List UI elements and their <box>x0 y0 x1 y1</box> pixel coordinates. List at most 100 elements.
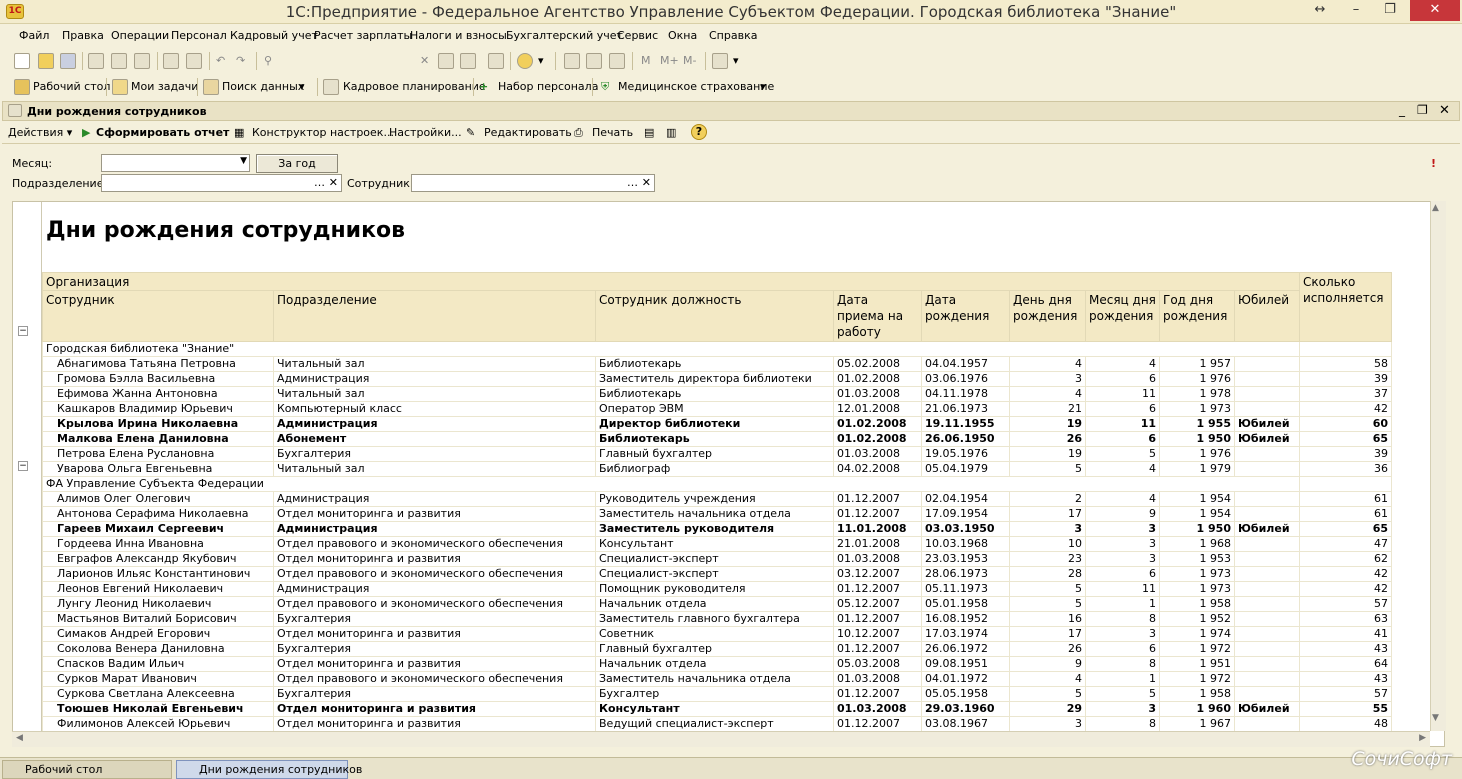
load-settings-icon[interactable]: ▥ <box>666 126 676 139</box>
group-row[interactable]: ФА Управление Субъекта Федерации <box>42 476 1392 492</box>
info-icon[interactable] <box>517 53 533 69</box>
open-folder-icon[interactable] <box>38 53 54 69</box>
table-row[interactable]: Громова Бэлла Васильевна Администрация Зам… <box>42 371 1392 387</box>
resize-icon[interactable]: ↔ <box>1310 0 1330 21</box>
save-settings-icon[interactable]: ▤ <box>644 126 654 139</box>
cut-icon[interactable] <box>88 53 104 69</box>
calendar-icon[interactable] <box>586 53 602 69</box>
my-tasks-button[interactable]: Мои задачи <box>131 80 198 93</box>
medical-insurance-button[interactable]: Медицинское страхование <box>618 80 774 93</box>
close-doc-button[interactable]: ✕ <box>1439 103 1450 118</box>
for-year-button[interactable]: За год <box>256 154 338 173</box>
generate-report-button[interactable]: Сформировать отчет <box>96 126 229 139</box>
menu-edit[interactable]: Правка <box>62 29 104 42</box>
menu-personnel[interactable]: Персонал <box>171 29 227 42</box>
undo-icon[interactable]: ↶ <box>216 54 225 67</box>
division-choose-icon[interactable]: … <box>314 176 325 189</box>
memory-minus-button[interactable]: M- <box>683 54 696 67</box>
table-row[interactable]: Антонова Серафима Николаевна Отдел монито… <box>42 506 1392 522</box>
menu-hr[interactable]: Кадровый учет <box>230 29 318 42</box>
menu-file[interactable]: Файл <box>19 29 49 42</box>
preview-icon[interactable] <box>186 53 202 69</box>
hr-planning-button[interactable]: Кадровое планирование <box>343 80 486 93</box>
employee-choose-icon[interactable]: … <box>627 176 638 189</box>
table-row[interactable]: Суркова Светлана Алексеевна Бухгалтерия Бу… <box>42 686 1392 702</box>
minimize-doc-button[interactable]: _ <box>1399 103 1405 117</box>
report-spreadsheet[interactable]: − − Дни рождения сотрудников Организация… <box>12 201 1445 747</box>
table-row[interactable]: Филимонов Алексей Юрьевич Отдел мониторин… <box>42 716 1392 732</box>
menu-taxes[interactable]: Налоги и взносы <box>410 29 507 42</box>
save-icon[interactable] <box>60 53 76 69</box>
menu-windows[interactable]: Окна <box>668 29 697 42</box>
month-select[interactable]: ▼ <box>101 154 250 172</box>
employee-field[interactable]: … ✕ <box>411 174 655 192</box>
table-row[interactable]: Евграфов Александр Якубович Отдел монитор… <box>42 551 1392 567</box>
task-desktop[interactable]: Рабочий стол <box>2 760 172 779</box>
table-row[interactable]: Спасков Вадим Ильич Отдел мониторинга и р… <box>42 656 1392 672</box>
table-row[interactable]: Уварова Ольга Евгеньевна Читальный зал Биб… <box>42 461 1392 477</box>
print-button[interactable]: Печать <box>592 126 633 139</box>
print-icon[interactable] <box>163 53 179 69</box>
windows-icon[interactable] <box>488 53 504 69</box>
horizontal-scrollbar[interactable]: ◀ ▶ <box>12 731 1430 747</box>
actions-menu[interactable]: Действия ▾ <box>8 126 72 139</box>
table-row[interactable]: Гареев Михаил Сергеевич Администрация Заме… <box>42 521 1392 537</box>
table-row[interactable]: Крылова Ирина Николаевна Администрация Дир… <box>42 416 1392 432</box>
maximize-button[interactable]: ❐ <box>1375 0 1405 21</box>
settings-constructor-button[interactable]: Конструктор настроек... <box>252 126 394 139</box>
collapse-group-2-icon[interactable]: − <box>18 461 28 471</box>
medical-dropdown-icon[interactable]: ▾ <box>760 80 766 93</box>
table-row[interactable]: Лунгу Леонид Николаевич Отдел правового и… <box>42 596 1392 612</box>
menu-payroll[interactable]: Расчет зарплаты <box>314 29 412 42</box>
table-row[interactable]: Ларионов Ильяс Константинович Отдел право… <box>42 566 1392 582</box>
table-row[interactable]: Симаков Андрей Егорович Отдел мониторинга… <box>42 626 1392 642</box>
recruitment-button[interactable]: Набор персонала <box>498 80 598 93</box>
new-document-icon[interactable] <box>14 53 30 69</box>
users-icon[interactable] <box>609 53 625 69</box>
table-row[interactable]: Леонов Евгений Николаевич Администрация По… <box>42 581 1392 597</box>
restore-doc-button[interactable]: ❐ <box>1417 103 1428 117</box>
division-clear-icon[interactable]: ✕ <box>329 176 338 189</box>
tools-icon[interactable] <box>712 53 728 69</box>
find-data-dropdown-icon[interactable]: ▾ <box>299 80 305 93</box>
dropdown-arrow-icon[interactable]: ▾ <box>538 54 544 67</box>
table-row[interactable]: Гордеева Инна Ивановна Отдел правового и … <box>42 536 1392 552</box>
copy-icon[interactable] <box>111 53 127 69</box>
redo-icon[interactable]: ↷ <box>236 54 245 67</box>
table-row[interactable]: Ефимова Жанна Антоновна Читальный зал Библ… <box>42 386 1392 402</box>
desktop-button[interactable]: Рабочий стол <box>33 80 110 93</box>
edit-button[interactable]: Редактировать <box>484 126 572 139</box>
month-dropdown-icon[interactable]: ▼ <box>240 156 247 166</box>
table-row[interactable]: Тоюшев Николай Евгеньевич Отдел мониторин… <box>42 701 1392 717</box>
settings-button[interactable]: Настройки... <box>389 126 462 139</box>
menu-operations[interactable]: Операции <box>111 29 169 42</box>
table-row[interactable]: Сурков Марат Иванович Отдел правового и э… <box>42 671 1392 687</box>
employee-clear-icon[interactable]: ✕ <box>642 176 651 189</box>
memory-m-button[interactable]: M <box>641 54 651 67</box>
table-row[interactable]: Соколова Венера Даниловна Бухгалтерия Глав… <box>42 641 1392 657</box>
menu-service[interactable]: Сервис <box>617 29 658 42</box>
table-row[interactable]: Мастьянов Виталий Борисович Бухгалтерия За… <box>42 611 1392 627</box>
table-row[interactable]: Малкова Елена Даниловна Абонемент Библиоте… <box>42 431 1392 447</box>
clear-search-icon[interactable]: ✕ <box>420 54 429 67</box>
memory-plus-button[interactable]: M+ <box>660 54 679 67</box>
table-row[interactable]: Кашкаров Владимир Юрьевич Компьютерный кл… <box>42 401 1392 417</box>
help-icon[interactable]: ? <box>691 124 707 140</box>
collapse-group-1-icon[interactable]: − <box>18 326 28 336</box>
find-next-icon[interactable] <box>438 53 454 69</box>
paste-icon[interactable] <box>134 53 150 69</box>
minimize-button[interactable]: – <box>1343 0 1369 21</box>
calculator-icon[interactable] <box>564 53 580 69</box>
scroll-down-icon[interactable]: ▼ <box>1432 713 1439 723</box>
find-data-button[interactable]: Поиск данных <box>222 80 304 93</box>
tools-dropdown-icon[interactable]: ▾ <box>733 54 739 67</box>
table-row[interactable]: Петрова Елена Руслановна Бухгалтерия Главн… <box>42 446 1392 462</box>
group-row[interactable]: Городская библиотека "Знание" <box>42 341 1392 357</box>
scroll-right-icon[interactable]: ▶ <box>1419 733 1426 743</box>
search-icon[interactable]: ⚲ <box>264 54 272 67</box>
division-field[interactable]: … ✕ <box>101 174 342 192</box>
table-row[interactable]: Абнагимова Татьяна Петровна Читальный зал… <box>42 356 1392 372</box>
close-window-button[interactable]: ✕ <box>1410 0 1460 21</box>
task-birthdays-report[interactable]: Дни рождения сотрудников <box>176 760 362 779</box>
table-row[interactable]: Алимов Олег Олегович Администрация Руковод… <box>42 491 1392 507</box>
